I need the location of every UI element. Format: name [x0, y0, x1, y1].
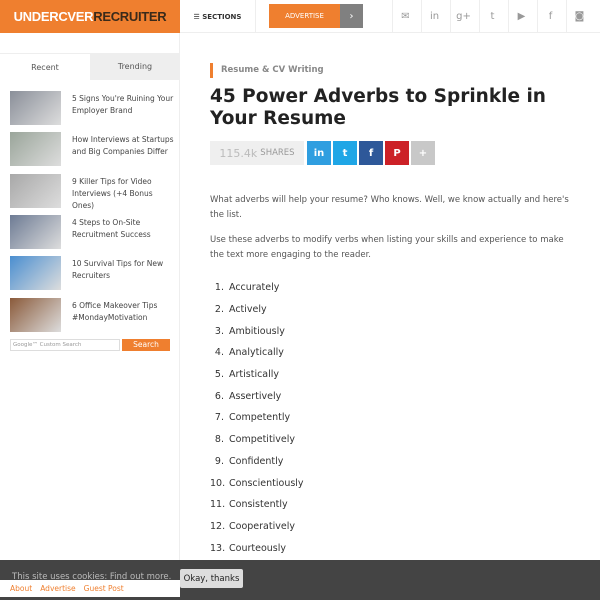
- list-number: 10.: [210, 477, 226, 489]
- list-item: 8. Competitively: [210, 429, 304, 451]
- list-item: 7. Competently: [210, 407, 304, 429]
- sidebar-article-item[interactable]: 5 Signs You're Ruining Your Employer Bra…: [10, 91, 175, 125]
- sections-menu-button[interactable]: ☰ SECTIONS: [180, 0, 256, 33]
- twitter-icon[interactable]: t: [479, 0, 505, 33]
- sidebar-article-item[interactable]: 10 Survival Tips for New Recruiters: [10, 256, 175, 291]
- facebook-share-button[interactable]: f: [359, 141, 383, 165]
- list-item: 2. Actively: [210, 299, 304, 321]
- article-link[interactable]: 10 Survival Tips for New Recruiters: [72, 258, 175, 282]
- search-input[interactable]: Google™ Custom Search: [10, 339, 120, 351]
- sidebar-article-item[interactable]: How Interviews at Startups and Big Compa…: [10, 132, 175, 167]
- list-number: 11.: [210, 499, 226, 511]
- article-link[interactable]: 4 Steps to On-Site Recruitment Success: [72, 217, 175, 241]
- footer-link-advertise[interactable]: Advertise: [40, 584, 75, 593]
- adverb: Cooperatively: [229, 520, 295, 532]
- list-number: 6.: [214, 390, 224, 402]
- article-thumbnail[interactable]: [10, 173, 61, 208]
- article-thumbnail[interactable]: [10, 132, 61, 167]
- adverb: Confidently: [229, 455, 284, 467]
- article-link[interactable]: 9 Killer Tips for Video Interviews (+4 B…: [72, 176, 175, 212]
- adverb: Competently: [229, 412, 291, 424]
- adverb: Ambitiously: [229, 325, 285, 337]
- body-paragraph: Use these adverbs to modify verbs when l…: [210, 235, 564, 260]
- article-link[interactable]: 6 Office Makeover Tips #MondayMotivation: [72, 300, 175, 324]
- adverb: Conscientiously: [229, 477, 304, 489]
- twitter-share-button[interactable]: t: [333, 141, 357, 165]
- sidebar: Recent Trending 5 Signs You're Ruining Y…: [0, 33, 180, 560]
- share-count-label: SHARES: [260, 148, 295, 158]
- list-item: 4. Analytically: [210, 342, 304, 364]
- pinterest-share-button[interactable]: P: [385, 141, 409, 165]
- article-category[interactable]: Resume & CV Writing: [210, 63, 324, 78]
- list-number: 5.: [214, 369, 224, 381]
- sidebar-article-item[interactable]: 4 Steps to On-Site Recruitment Success: [10, 214, 175, 249]
- search-button[interactable]: Search: [122, 339, 170, 351]
- list-item: 3. Ambitiously: [210, 320, 304, 342]
- list-number: 7.: [214, 412, 224, 424]
- footer-links: About Advertise Guest Post: [0, 580, 180, 597]
- list-item: 10. Conscientiously: [210, 472, 304, 494]
- adverb-list: 1. Accurately 2. Actively 3. Ambitiously 4. Ana…: [210, 277, 304, 559]
- list-item: 13. Courteously: [210, 537, 304, 559]
- instagram-icon[interactable]: ◙: [566, 0, 592, 33]
- sidebar-article-item[interactable]: 9 Killer Tips for Video Interviews (+4 B…: [10, 173, 175, 210]
- email-icon[interactable]: ✉: [392, 0, 418, 33]
- list-number: 9.: [214, 455, 224, 467]
- logo-text: RECRUITER: [93, 9, 167, 24]
- cookie-accept-button[interactable]: Okay, thanks: [180, 569, 243, 588]
- article-thumbnail[interactable]: [10, 214, 61, 249]
- sidebar-article-item[interactable]: 6 Office Makeover Tips #MondayMotivation: [10, 297, 175, 332]
- adverb: Consistently: [229, 499, 288, 511]
- article-thumbnail[interactable]: [10, 297, 61, 332]
- list-number: 2.: [214, 304, 224, 316]
- advertise-button[interactable]: ADVERTISE: [269, 4, 340, 28]
- share-count-value: 115.4k: [219, 146, 258, 160]
- more-share-button[interactable]: +: [411, 141, 435, 165]
- adverb: Accurately: [229, 282, 280, 294]
- site-header: UNDERC VER RECRUITER ☰ SECTIONS ADVERTISE …: [0, 0, 600, 33]
- advertise-arrow-button[interactable]: ›: [340, 4, 363, 28]
- adverb: Analytically: [229, 347, 284, 359]
- facebook-icon[interactable]: f: [537, 0, 563, 33]
- adverb: Competitively: [229, 434, 296, 446]
- list-number: 3.: [214, 325, 224, 337]
- article-thumbnail[interactable]: [10, 256, 61, 291]
- tab-recent[interactable]: Recent: [0, 53, 90, 80]
- article-title: 45 Power Adverbs to Sprinkle in Your Res…: [210, 86, 546, 129]
- list-item: 12. Cooperatively: [210, 516, 304, 538]
- list-number: 12.: [210, 520, 226, 532]
- googleplus-icon[interactable]: g+: [450, 0, 476, 33]
- list-item: 6. Assertively: [210, 385, 304, 407]
- footer-link-guest-post[interactable]: Guest Post: [84, 584, 124, 593]
- intro-paragraph: What adverbs will help your resume? Who …: [210, 195, 569, 220]
- article-link[interactable]: How Interviews at Startups and Big Compa…: [72, 134, 175, 158]
- linkedin-share-button[interactable]: in: [307, 141, 331, 165]
- article-link[interactable]: 5 Signs You're Ruining Your Employer Bra…: [72, 93, 175, 117]
- logo-text: UNDERC: [13, 9, 68, 24]
- list-number: 4.: [214, 347, 224, 359]
- site-logo[interactable]: UNDERC VER RECRUITER: [0, 0, 180, 33]
- logo-text: VER: [67, 9, 94, 24]
- adverb: Assertively: [229, 390, 282, 402]
- list-number: 8.: [214, 434, 224, 446]
- adverb: Courteously: [229, 542, 286, 554]
- article-thumbnail[interactable]: [10, 91, 61, 125]
- list-item: 1. Accurately: [210, 277, 304, 299]
- youtube-icon[interactable]: ▶: [508, 0, 534, 33]
- list-item: 11. Consistently: [210, 494, 304, 516]
- list-number: 13.: [210, 542, 226, 554]
- list-item: 9. Confidently: [210, 451, 304, 473]
- linkedin-icon[interactable]: in: [421, 0, 447, 33]
- list-item: 5. Artistically: [210, 364, 304, 386]
- footer-link-about[interactable]: About: [10, 584, 32, 593]
- share-count: 115.4k SHARES: [210, 141, 304, 165]
- adverb: Actively: [229, 304, 267, 316]
- adverb: Artistically: [229, 369, 280, 381]
- list-number: 1.: [214, 282, 224, 294]
- tab-trending[interactable]: Trending: [90, 53, 180, 80]
